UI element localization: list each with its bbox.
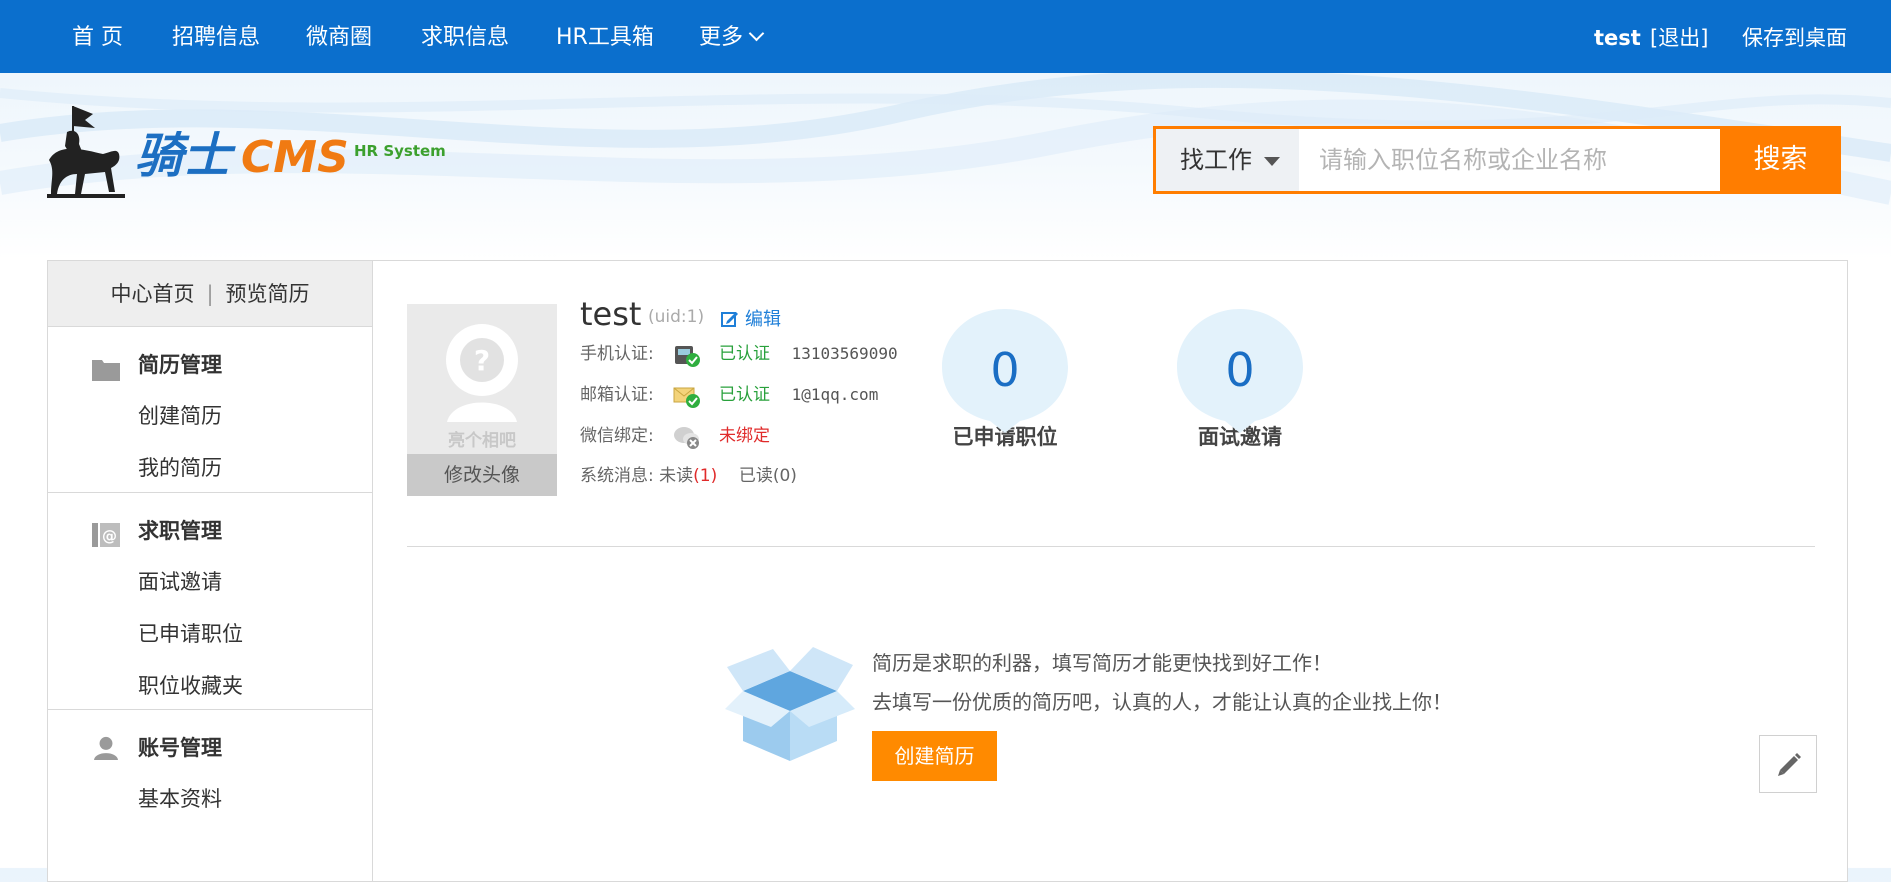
at-mail-icon: @: [92, 523, 120, 547]
sidebar-section-resume: 简历管理 创建简历 我的简历: [48, 327, 372, 493]
svg-text:?: ?: [474, 344, 490, 377]
main-content: ? 亮个相吧 修改头像 test (uid:1) 编辑 手机认证: 已认证 13…: [373, 261, 1847, 881]
phone-label: 手机认证:: [580, 344, 654, 364]
nav-hr-toolbox[interactable]: HR工具箱: [556, 0, 654, 73]
sidebar-item-my-resume[interactable]: 我的简历: [48, 443, 372, 495]
avatar: ? 亮个相吧 修改头像: [407, 304, 557, 496]
resume-management-title: 简历管理: [138, 353, 222, 377]
sidebar-item-interview-invites[interactable]: 面试邀请: [48, 557, 372, 609]
email-status: 已认证 1@1qq.com: [719, 380, 878, 410]
knight-logo-icon: 骑士 CMS HR System: [47, 106, 446, 198]
search-type-select[interactable]: 找工作: [1156, 129, 1299, 191]
stat-bubble: 0: [1177, 307, 1303, 433]
sidebar-item-basic-profile[interactable]: 基本资料: [48, 774, 372, 826]
save-to-desktop-link[interactable]: 保存到桌面: [1742, 0, 1847, 73]
sidebar-item-create-resume[interactable]: 创建简历: [48, 391, 372, 443]
unread-label: 未读: [659, 466, 694, 486]
interview-invites-count: 0: [1225, 343, 1255, 397]
resume-prompt-line1: 简历是求职的利器，填写简历才能更快找到好工作！: [872, 651, 1332, 675]
nav-more-label: 更多: [699, 25, 744, 50]
stat-applied-jobs[interactable]: 0 已申请职位: [940, 307, 1070, 451]
avatar-hint: 亮个相吧: [448, 431, 516, 451]
sidebar-section-title: 简历管理: [48, 327, 372, 391]
phone-verified-icon: [675, 346, 700, 367]
sidebar-item-favorites[interactable]: 职位收藏夹: [48, 661, 372, 713]
svg-text:@: @: [102, 527, 117, 545]
caret-down-icon: [1264, 157, 1280, 166]
wechat-binding-row: 微信绑定: 未绑定: [580, 421, 770, 451]
wechat-status[interactable]: 未绑定: [719, 421, 770, 451]
divider: [407, 546, 1815, 547]
create-resume-button[interactable]: 创建简历: [872, 731, 997, 781]
email-label: 邮箱认证:: [580, 385, 654, 405]
email-verified-icon: [673, 387, 700, 408]
center-home-link[interactable]: 中心首页: [110, 282, 194, 306]
floating-edit-button[interactable]: [1759, 735, 1817, 793]
account-management-title: 账号管理: [138, 736, 222, 760]
search-button[interactable]: 搜索: [1720, 129, 1841, 191]
phone-status: 已认证 13103569090: [719, 339, 898, 369]
resume-prompt-line2: 去填写一份优质的简历吧，认真的人，才能让认真的企业找上你！: [872, 690, 1452, 714]
link-separator: |: [206, 282, 214, 306]
sidebar-section-account: 账号管理 基本资料: [48, 710, 372, 826]
email-address: 1@1qq.com: [791, 385, 879, 404]
sidebar-top-links: 中心首页 | 预览简历: [48, 261, 372, 327]
nav-jobs[interactable]: 招聘信息: [172, 0, 260, 73]
sidebar-section-jobseeking: @ 求职管理 面试邀请 已申请职位 职位收藏夹: [48, 493, 372, 710]
phone-number: 13103569090: [791, 344, 898, 363]
phone-status-text: 已认证: [719, 344, 770, 364]
read-messages-link[interactable]: 已读(0): [739, 466, 797, 486]
change-avatar-button[interactable]: 修改头像: [407, 454, 557, 496]
sidebar-section-title: @ 求职管理: [48, 493, 372, 557]
logo-brand-cn: 骑士: [135, 128, 236, 184]
unread-count: (1): [693, 466, 718, 486]
logo-tagline: HR System: [354, 142, 445, 160]
member-center: 中心首页 | 预览简历 简历管理 创建简历 我的简历 @ 求职管理 面试邀请 已…: [47, 260, 1848, 882]
messages-label: 系统消息:: [580, 466, 654, 486]
email-verification-row: 邮箱认证: 已认证 1@1qq.com: [580, 380, 878, 410]
search-bar: 找工作 搜索: [1153, 126, 1841, 194]
search-type-label: 找工作: [1180, 146, 1252, 174]
nav-home[interactable]: 首 页: [72, 0, 123, 73]
phone-verification-row: 手机认证: 已认证 13103569090: [580, 339, 898, 369]
empty-box-icon: [725, 647, 855, 761]
search-input[interactable]: [1299, 129, 1714, 191]
sidebar-item-applied-jobs[interactable]: 已申请职位: [48, 609, 372, 661]
edit-label: 编辑: [745, 309, 781, 330]
edit-profile-link[interactable]: 编辑: [721, 305, 781, 331]
logo-brand-en: CMS: [241, 132, 349, 183]
wechat-label: 微信绑定:: [580, 426, 654, 446]
current-user[interactable]: test: [1594, 0, 1641, 73]
nav-more[interactable]: 更多: [699, 0, 765, 73]
site-logo[interactable]: 骑士 CMS HR System: [45, 102, 446, 212]
stat-interview-invites[interactable]: 0 面试邀请: [1175, 307, 1305, 451]
edit-icon: [721, 312, 738, 327]
username: test: [580, 295, 642, 333]
job-management-title: 求职管理: [138, 519, 222, 543]
applied-jobs-count: 0: [990, 343, 1020, 397]
logout-link[interactable]: [退出]: [1650, 0, 1708, 73]
nav-job-seekers[interactable]: 求职信息: [421, 0, 509, 73]
pencil-icon: [1778, 753, 1801, 776]
wechat-unbound-icon: [674, 427, 699, 449]
user-id: (uid:1): [648, 307, 705, 327]
folder-icon: [92, 360, 120, 381]
read-label: 已读: [738, 466, 773, 486]
sidebar-section-title: 账号管理: [48, 710, 372, 774]
email-status-text: 已认证: [719, 385, 770, 405]
stat-bubble: 0: [942, 307, 1068, 433]
person-icon: [94, 736, 118, 760]
top-nav: 首 页 招聘信息 微商圈 求职信息 HR工具箱 更多 test [退出] 保存到…: [0, 0, 1891, 73]
preview-resume-link[interactable]: 预览简历: [226, 282, 310, 306]
nav-micro-circle[interactable]: 微商圈: [306, 0, 372, 73]
read-count: (0): [772, 466, 797, 486]
chevron-down-icon: [748, 25, 765, 42]
unread-messages-link[interactable]: 未读(1): [659, 466, 717, 486]
system-messages-row: 系统消息: 未读(1) 已读(0): [580, 461, 797, 491]
sidebar: 中心首页 | 预览简历 简历管理 创建简历 我的简历 @ 求职管理 面试邀请 已…: [48, 261, 373, 881]
